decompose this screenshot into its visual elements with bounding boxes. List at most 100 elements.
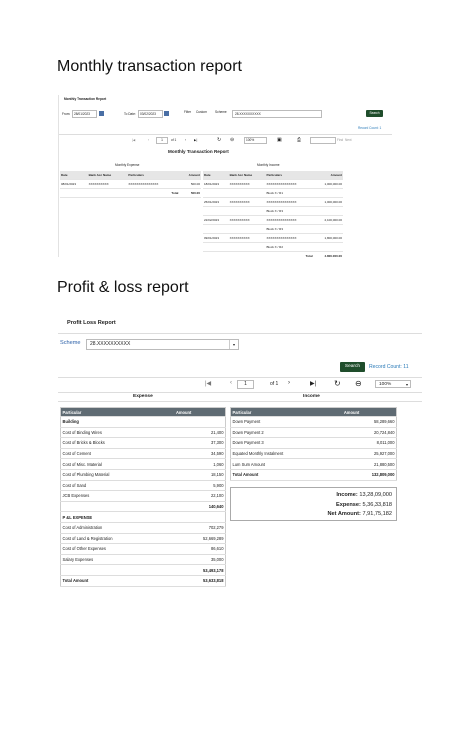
amount-cell: 37,300 <box>174 437 226 449</box>
table-cell: 2,100,000.00 <box>313 215 343 225</box>
table-row: 18/01/2023 XXXXXXXXXX XXXXXXXXXXXXXXX 1,000… <box>203 179 343 189</box>
table-row: Cost of Land & Registration 52,669,289 <box>60 533 226 545</box>
column-header-amount: Amount <box>174 407 226 417</box>
table-cell <box>228 251 266 257</box>
table-cell <box>203 251 229 257</box>
total-label: Total <box>265 251 314 257</box>
page-count: of 1 <box>171 138 177 142</box>
prev-page-icon[interactable]: ‹ <box>148 138 149 142</box>
scheme-value: 28.XXXXXXXXXX <box>90 341 131 347</box>
table-row: 140,640 <box>60 501 226 513</box>
table-row: 25/01/2023 XXXXXXXXXX XXXXXXXXXXXXXXX 1,000… <box>203 197 343 207</box>
table-cell: XXXXXXXXXXXXXXX <box>265 179 314 189</box>
table-row: Block X / R2 <box>203 242 343 252</box>
table-row: Block X / R3 <box>203 224 343 234</box>
first-page-icon[interactable]: |◀ <box>205 380 211 387</box>
zoom-select[interactable]: 100% <box>244 137 267 144</box>
amount-cell: 21,880,500 <box>342 458 397 470</box>
total-label: Total <box>127 188 180 198</box>
table-cell: 09/01/2023 <box>203 233 229 243</box>
search-button[interactable]: Search <box>366 110 383 117</box>
particular-cell: Cost of Sand <box>60 480 175 492</box>
to-date-input[interactable]: 03/02/2023 <box>138 110 163 118</box>
table-cell: Block X / R3 <box>265 224 314 234</box>
column-header: Amount <box>179 171 201 180</box>
particular-cell: Down Payment 2 <box>230 427 343 439</box>
record-count: Record Count: 1 <box>358 126 382 130</box>
amount-cell: 8,011,000 <box>342 437 397 449</box>
table-row: Total Amount 53,633,818 <box>60 575 226 587</box>
amount-cell: 58,289,660 <box>342 416 397 428</box>
table-cell: 08/01/2023 <box>60 179 88 189</box>
particular-cell: Building <box>60 416 175 428</box>
expense-table: Date Bank Acc Name Particulars Amount 08/01/… <box>60 171 201 198</box>
total-value: 4,800,000.00 <box>313 251 343 257</box>
stop-icon[interactable]: ⊖ <box>355 379 362 388</box>
refresh-icon[interactable]: ↻ <box>334 379 341 388</box>
column-header: Particulars <box>127 171 180 180</box>
print-icon[interactable]: ⎙ <box>297 137 301 143</box>
particular-cell: Total Amount <box>60 575 175 587</box>
zoom-select[interactable]: 100% ▾ <box>375 380 411 388</box>
table-row: Down Payment 3 8,011,000 <box>230 437 397 449</box>
summary-value: 5,36,33,818 <box>362 501 392 508</box>
particular-cell: JCB Expenses <box>60 490 175 502</box>
scheme-select[interactable]: 28.XXXXXXXXXX <box>232 110 322 118</box>
total-row: Total 500.00 <box>60 188 201 198</box>
table-cell <box>228 188 266 198</box>
column-header: Bank Acc Name <box>87 171 128 180</box>
last-page-icon[interactable]: ▶| <box>194 138 197 142</box>
table-cell <box>313 188 343 198</box>
filter-label: Filter <box>184 110 192 114</box>
last-page-icon[interactable]: ▶| <box>310 380 316 387</box>
page-input[interactable]: 1 <box>237 380 254 389</box>
particular-cell: Cost of Plumbing Material <box>60 469 175 481</box>
table-row: 53,493,178 <box>60 564 226 576</box>
table-cell: XXXXXXXXXX <box>87 179 128 189</box>
amount-cell: 132,809,000 <box>342 469 397 481</box>
particular-cell <box>60 501 175 513</box>
first-page-icon[interactable]: |◀ <box>132 138 135 142</box>
table-cell <box>313 242 343 252</box>
filter-select[interactable]: Custom <box>196 110 207 114</box>
table-cell <box>203 206 229 216</box>
expense-section-title: Monthly Expense <box>115 163 140 167</box>
scheme-select[interactable]: 28.XXXXXXXXXX ▾ <box>86 339 239 350</box>
total-row: Total 4,800,000.00 <box>203 251 343 257</box>
search-button[interactable]: Search <box>340 362 365 372</box>
refresh-icon[interactable]: ↻ <box>217 137 221 143</box>
prev-page-icon[interactable]: ‹ <box>230 380 232 386</box>
column-header: Date <box>60 171 88 180</box>
particular-cell <box>60 564 175 576</box>
calendar-icon[interactable] <box>99 111 104 116</box>
table-row: Cost of Binding Wires 21,400 <box>60 427 226 439</box>
next-page-icon[interactable]: › <box>288 380 290 386</box>
table-row: P &L EXPENSE <box>60 511 226 523</box>
report-title: Monthly Transaction Report <box>168 149 229 154</box>
particular-cell: Down Payment 3 <box>230 437 343 449</box>
particular-cell: Down Payment <box>230 416 343 428</box>
column-header: Date <box>203 171 229 180</box>
find-input[interactable] <box>310 137 336 144</box>
table-cell: 1,000,000.00 <box>313 179 343 189</box>
table-cell: XXXXXXXXXXXXXXX <box>265 233 314 243</box>
from-date-input[interactable]: 28/01/2023 <box>72 110 97 118</box>
table-header-row: Particular Amount <box>60 407 226 417</box>
table-cell: Block X / R2 <box>265 242 314 252</box>
monthly-report-heading: Monthly transaction report <box>57 58 242 75</box>
find-link[interactable]: Find <box>337 138 343 142</box>
profit-loss-heading: Profit & loss report <box>57 279 189 296</box>
page-input[interactable]: 1 <box>156 137 168 144</box>
summary-line: Expense: 5,36,33,818 <box>328 501 392 511</box>
table-cell <box>203 224 229 234</box>
next-page-icon[interactable]: › <box>185 138 186 142</box>
table-row: 09/01/2023 XXXXXXXXXX XXXXXXXXXXXXXXX 1,800… <box>203 233 343 243</box>
table-row: Cost of Bricks & Blocks 37,300 <box>60 437 226 449</box>
table-cell: 18/01/2023 <box>203 179 229 189</box>
calendar-icon[interactable] <box>164 111 169 116</box>
export-icon[interactable]: ▣ <box>277 137 282 143</box>
table-cell <box>87 188 128 198</box>
next-link[interactable]: Next <box>345 138 352 142</box>
table-cell: XXXXXXXXXX <box>228 179 266 189</box>
stop-icon[interactable]: ⊖ <box>230 137 234 143</box>
